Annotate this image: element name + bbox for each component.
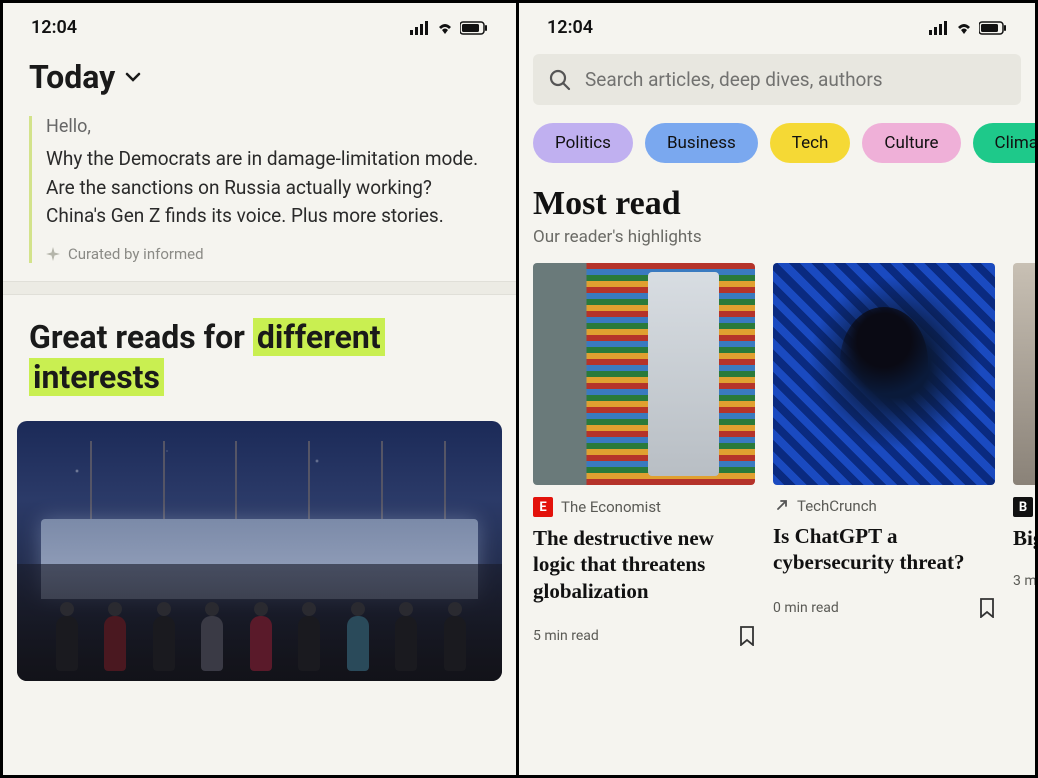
search-icon [549,69,571,91]
status-icons [929,21,1007,35]
article-title: The destructive new logic that threatens… [533,525,755,604]
read-time: 0 min read [773,600,839,616]
curated-label: Curated by informed [68,245,204,263]
date-dropdown[interactable]: Today [29,58,490,96]
article-card[interactable]: TechCrunch Is ChatGPT a cybersecurity th… [773,263,995,646]
external-link-icon [773,498,789,514]
bookmark-icon [979,598,995,618]
great-reads-highlight-2: interests [29,358,164,396]
curated-brief[interactable]: Hello, Why the Democrats are in damage-l… [29,116,490,263]
source-label: TechCrunch [797,497,877,515]
screen-search: 12:04 Search articles, deep dives, autho… [519,3,1035,775]
status-icons [410,21,488,35]
cellular-icon [410,21,430,35]
source-label: The Economist [561,498,661,516]
article-card[interactable]: B Big Uk Th su 3 mi [1013,263,1035,646]
greeting-body: Why the Democrats are in damage-limitati… [46,145,490,231]
bookmark-icon [739,626,755,646]
article-thumbnail [533,263,755,485]
article-source: B [1013,497,1035,517]
section-subtitle: Our reader's highlights [533,227,1021,247]
bookmark-button[interactable] [979,598,995,618]
read-time: 3 mi [1013,573,1035,589]
search-placeholder: Search articles, deep dives, authors [585,68,883,91]
read-time: 5 min read [533,628,599,644]
category-chips: Politics Business Tech Culture Clima [519,105,1035,163]
section-heading-great-reads: Great reads for different interests [3,295,516,407]
chip-climate[interactable]: Clima [973,123,1035,163]
wifi-icon [436,21,454,35]
status-time: 12:04 [31,17,77,38]
source-badge: B [1013,497,1033,517]
article-title: Is ChatGPT a cybersecurity threat? [773,523,995,576]
status-bar: 12:04 [3,3,516,48]
section-divider [3,281,516,295]
app-frame: 12:04 Today Hello, Why the Democrats are… [0,0,1038,778]
search-input[interactable]: Search articles, deep dives, authors [533,54,1021,105]
chip-politics[interactable]: Politics [533,123,633,163]
section-most-read: Most read Our reader's highlights [519,163,1035,247]
source-badge-economist: E [533,497,553,517]
chevron-down-icon [123,67,143,87]
battery-icon [460,21,488,35]
bookmark-button[interactable] [739,626,755,646]
great-reads-prefix: Great reads for [29,318,253,356]
sparkle-icon [46,247,60,261]
curated-by: Curated by informed [46,245,490,263]
chip-culture[interactable]: Culture [862,123,960,163]
section-title: Most read [533,185,1021,223]
screen-today: 12:04 Today Hello, Why the Democrats are… [3,3,519,775]
cellular-icon [929,21,949,35]
hero-article-image[interactable] [17,421,502,681]
chip-tech[interactable]: Tech [770,123,851,163]
wifi-icon [955,21,973,35]
battery-icon [979,21,1007,35]
status-bar: 12:04 [519,3,1035,48]
article-title: Big Uk Th su [1013,525,1035,551]
article-cards[interactable]: E The Economist The destructive new logi… [519,247,1035,646]
date-title-label: Today [29,58,115,96]
great-reads-highlight-1: different [253,318,385,356]
article-card[interactable]: E The Economist The destructive new logi… [533,263,755,646]
article-source: TechCrunch [773,497,995,515]
status-time: 12:04 [547,17,593,38]
article-thumbnail [773,263,995,485]
greeting-hello: Hello, [46,116,490,137]
article-thumbnail [1013,263,1035,485]
article-source: E The Economist [533,497,755,517]
chip-business[interactable]: Business [645,123,758,163]
